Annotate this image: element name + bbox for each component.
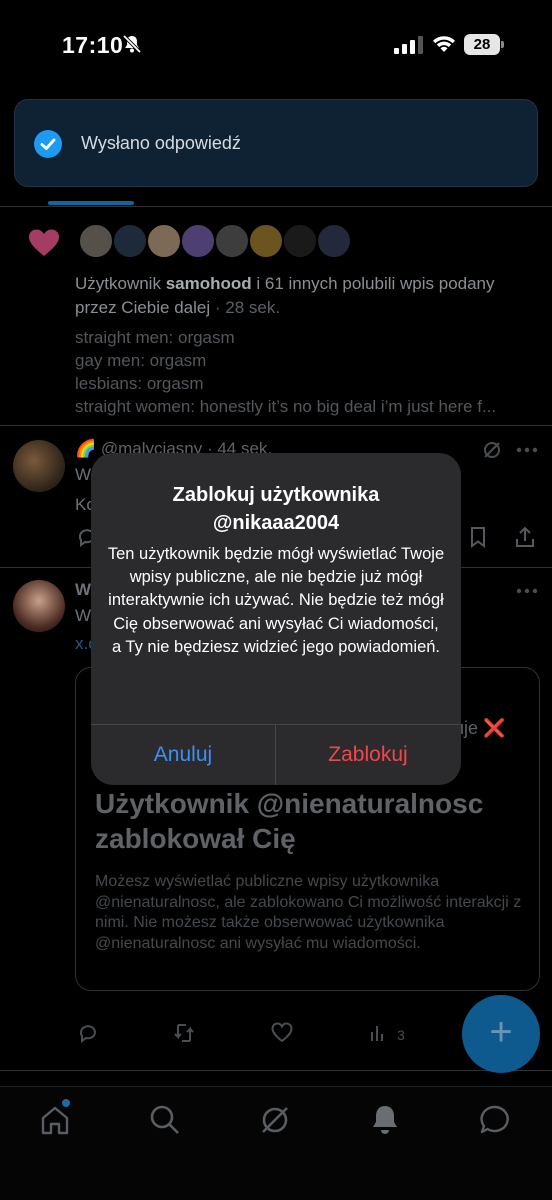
status-time: 17:10 [62,32,124,58]
avatar[interactable] [112,223,148,259]
home-unread-dot [62,1099,70,1107]
tab-indicator [48,201,134,205]
notif-time: · 28 sek. [210,298,281,317]
grok-icon[interactable] [258,1103,292,1137]
avatar[interactable] [78,223,114,259]
search-icon[interactable] [148,1103,182,1137]
battery-indicator: 28 [464,34,504,55]
avatar[interactable] [214,223,250,259]
grok-icon[interactable] [482,440,502,460]
views-icon[interactable] [368,1022,390,1044]
dialog-title-line: Zablokuj użytkownika [172,484,380,506]
dialog-title: Zablokuj użytkownika @nikaaa2004 [107,481,445,537]
wifi-icon [433,36,455,52]
status-bar: 17:10 28 [0,0,552,90]
avatar[interactable] [13,580,65,632]
compose-post-button[interactable]: + [462,995,540,1073]
notif-prefix: Użytkownik [75,274,166,293]
quoted-post-text: straight men: orgasm gay men: orgasm les… [75,326,535,418]
quote-line: straight women: honestly it’s no big dea… [75,397,497,416]
like-notification-text[interactable]: Użytkownik samohood i 61 innych polubili… [75,272,535,320]
card-title: Użytkownik @nienaturalnosc zablokował Ci… [95,788,484,854]
quote-line: lesbians: orgasm [75,374,204,393]
toast-notification[interactable]: Wysłano odpowiedź [14,99,538,187]
card-side-text: uje ❌ [454,718,505,739]
avatar[interactable] [180,223,216,259]
heart-icon [29,229,59,256]
dialog-message: Ten użytkownik będzie mógł wyświetlać Tw… [107,545,445,656]
views-count: 3 [397,1027,405,1043]
avatar[interactable] [316,223,352,259]
battery-level: 28 [464,34,500,55]
like-icon[interactable] [271,1022,293,1044]
repost-icon[interactable] [173,1022,195,1044]
home-icon[interactable] [38,1103,72,1137]
reply-icon[interactable] [77,1022,99,1044]
block-user-dialog: Zablokuj użytkownika @nikaaa2004 Ten uży… [91,453,461,785]
notif-user[interactable]: samohood [166,274,252,293]
post-text: W [75,465,92,484]
divider [0,425,552,426]
battery-tip [501,41,504,48]
block-button[interactable]: Zablokuj [276,725,460,785]
cellular-signal-icon [394,36,423,54]
avatar[interactable] [13,440,65,492]
divider [0,206,552,207]
quote-line: straight men: orgasm [75,328,235,347]
cancel-button[interactable]: Anuluj [91,725,275,785]
share-icon[interactable] [514,526,536,548]
silent-mode-icon [122,34,142,54]
dialog-title-username: @nikaaa2004 [212,512,340,534]
avatar[interactable] [146,223,182,259]
bookmark-icon[interactable] [467,526,489,548]
toast-message: Wysłano odpowiedź [81,133,241,153]
more-icon[interactable] [516,588,538,594]
post-header[interactable]: W [75,580,91,600]
more-icon[interactable] [516,447,538,453]
card-body: Możesz wyświetlać publiczne wpisy użytko… [95,873,522,952]
bottom-tab-bar [0,1086,552,1200]
check-circle-icon [34,130,62,158]
cross-mark-icon: ❌ [483,718,506,738]
notifications-icon[interactable] [368,1103,402,1137]
avatar[interactable] [248,223,284,259]
avatar[interactable] [282,223,318,259]
post-text: W [75,606,92,625]
plus-icon: + [489,1010,513,1054]
messages-icon[interactable] [478,1103,512,1137]
quote-line: gay men: orgasm [75,351,207,370]
